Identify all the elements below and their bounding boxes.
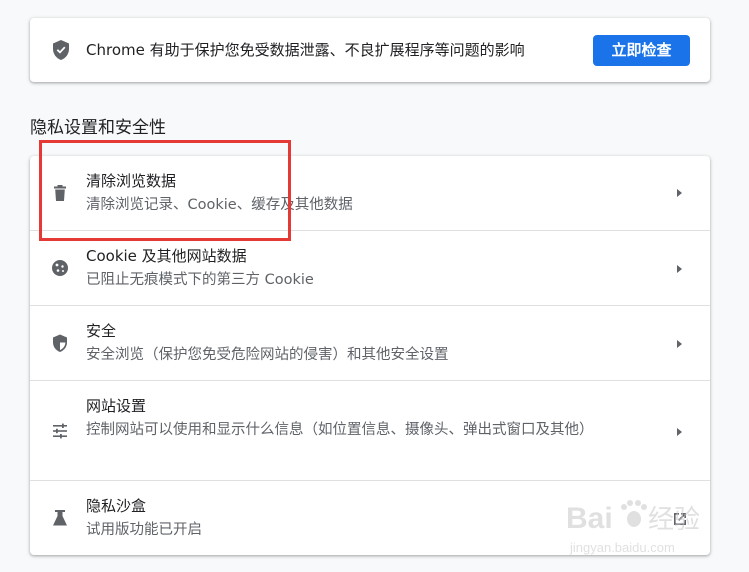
safety-check-text: Chrome 有助于保护您免受数据泄露、不良扩展程序等问题的影响 [86, 41, 525, 59]
row-title: 清除浏览数据 [86, 172, 177, 190]
row-title: 隐私沙盒 [86, 497, 147, 515]
safety-check-card: Chrome 有助于保护您免受数据泄露、不良扩展程序等问题的影响 立即检查 [30, 18, 710, 82]
row-description: 控制网站可以使用和显示什么信息（如位置信息、摄像头、弹出式窗口及其他） [86, 422, 594, 438]
tune-icon [50, 421, 70, 441]
shield-check-icon [51, 39, 71, 61]
chevron-right-icon [677, 340, 682, 348]
row-title: 安全 [86, 322, 117, 340]
row-clear-browsing-data[interactable]: 清除浏览数据 清除浏览记录、Cookie、缓存及其他数据 [30, 156, 710, 230]
row-title: Cookie 及其他网站数据 [86, 247, 247, 265]
row-description: 安全浏览（保护您免受危险网站的侵害）和其他安全设置 [86, 347, 449, 363]
row-description: 试用版功能已开启 [86, 522, 202, 538]
cookie-icon [50, 258, 70, 278]
check-now-button[interactable]: 立即检查 [593, 35, 690, 66]
row-title: 网站设置 [86, 397, 147, 415]
chevron-right-icon [677, 189, 682, 197]
row-description: 已阻止无痕模式下的第三方 Cookie [86, 272, 314, 288]
row-description: 清除浏览记录、Cookie、缓存及其他数据 [86, 197, 353, 213]
privacy-security-card: 清除浏览数据 清除浏览记录、Cookie、缓存及其他数据 Cookie 及其他网… [30, 156, 710, 555]
trash-icon [50, 183, 70, 203]
row-cookies[interactable]: Cookie 及其他网站数据 已阻止无痕模式下的第三方 Cookie [30, 230, 710, 306]
flask-icon [50, 508, 70, 528]
chevron-right-icon [677, 428, 682, 436]
external-link-icon [672, 511, 688, 527]
chevron-right-icon [677, 265, 682, 273]
row-privacy-sandbox[interactable]: 隐私沙盒 试用版功能已开启 [30, 480, 710, 556]
row-site-settings[interactable]: 网站设置 控制网站可以使用和显示什么信息（如位置信息、摄像头、弹出式窗口及其他） [30, 380, 710, 481]
section-title: 隐私设置和安全性 [30, 118, 166, 138]
shield-icon [50, 333, 70, 353]
row-security[interactable]: 安全 安全浏览（保护您免受危险网站的侵害）和其他安全设置 [30, 305, 710, 381]
